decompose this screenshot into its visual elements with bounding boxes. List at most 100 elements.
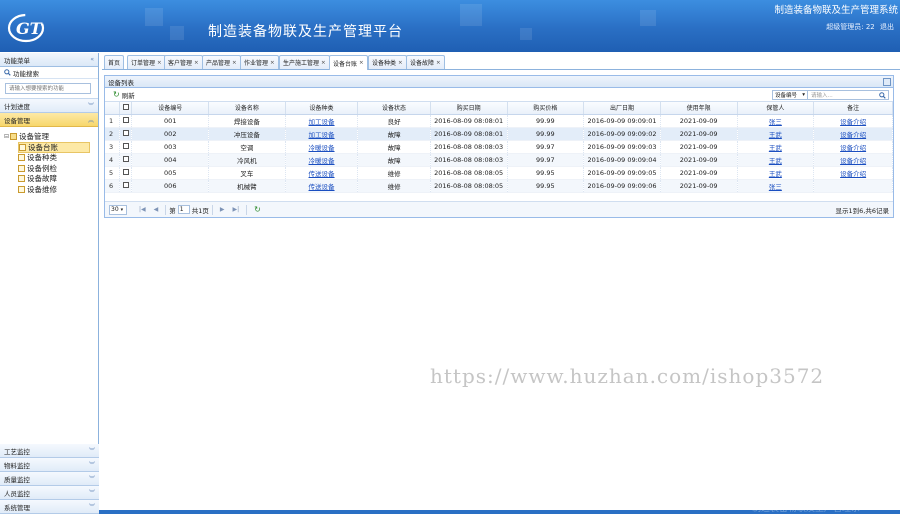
sidebar-section-process[interactable]: 工艺监控 ︾ bbox=[0, 444, 99, 458]
grid-search-input[interactable]: 请输入... bbox=[808, 90, 889, 100]
remark-link[interactable]: 设备介绍 bbox=[840, 118, 866, 126]
logout-link[interactable]: 退出 bbox=[880, 23, 894, 31]
sidebar-section-plan[interactable]: 计划进度 ︾ bbox=[0, 99, 98, 113]
table-row[interactable]: 1 001 焊接设备 加工设备 良好 2016-08-09 08:08:01 9… bbox=[105, 114, 893, 128]
sidebar-section-system[interactable]: 系统管理 ︾ bbox=[0, 500, 99, 514]
close-icon[interactable]: × bbox=[398, 60, 403, 66]
tab-label: 首页 bbox=[108, 60, 121, 67]
tree-item-fault[interactable]: 设备故障 bbox=[18, 174, 98, 185]
custodian-link[interactable]: 张三 bbox=[769, 118, 782, 126]
row-checkbox[interactable] bbox=[122, 155, 129, 162]
tree-root-equipment[interactable]: ⊟ 设备管理 bbox=[4, 131, 98, 142]
column-header[interactable]: 保管人 bbox=[737, 102, 815, 115]
remark-link[interactable]: 设备介绍 bbox=[840, 170, 866, 178]
equipment-type-link[interactable]: 加工设备 bbox=[309, 118, 335, 126]
tab-home[interactable]: 首页 bbox=[104, 55, 125, 69]
sidebar-section-quality[interactable]: 质量监控 ︾ bbox=[0, 472, 99, 486]
refresh-icon[interactable]: ↻ bbox=[254, 205, 261, 214]
tab-equipment-type[interactable]: 设备种类 × bbox=[368, 55, 407, 69]
select-all-header[interactable] bbox=[119, 102, 133, 115]
table-row[interactable]: 4 004 冷风机 冷暖设备 故障 2016-08-08 08:08:03 99… bbox=[105, 153, 893, 167]
first-page-icon[interactable]: |◀ bbox=[139, 206, 146, 213]
custodian-link[interactable]: 张三 bbox=[769, 183, 782, 191]
custodian-link[interactable]: 王武 bbox=[769, 131, 782, 139]
close-icon[interactable]: × bbox=[270, 60, 275, 66]
tree-item-ledger[interactable]: 设备台账 bbox=[18, 142, 90, 153]
search-field-select[interactable]: 设备编号 ▾ bbox=[772, 90, 808, 100]
close-icon[interactable]: × bbox=[359, 60, 364, 66]
column-header[interactable]: 设备状态 bbox=[357, 102, 431, 115]
row-checkbox-cell[interactable] bbox=[119, 166, 133, 180]
sidebar-section-material[interactable]: 物料监控 ︾ bbox=[0, 458, 99, 472]
function-search-box bbox=[0, 79, 98, 99]
column-header[interactable]: 设备名称 bbox=[208, 102, 286, 115]
row-number: 4 bbox=[105, 153, 120, 167]
tab-customers[interactable]: 客户管理 × bbox=[164, 55, 203, 69]
collapse-panel-icon[interactable] bbox=[883, 78, 891, 86]
custodian-link[interactable]: 王武 bbox=[769, 144, 782, 152]
custodian-link[interactable]: 王武 bbox=[769, 170, 782, 178]
tab-products[interactable]: 产品管理 × bbox=[202, 55, 241, 69]
collapse-sidebar-icon[interactable]: « bbox=[90, 56, 94, 63]
close-icon[interactable]: × bbox=[157, 60, 162, 66]
tree-expand-icon[interactable]: ⊟ bbox=[4, 133, 9, 140]
table-cell: 2021-09-09 bbox=[660, 166, 738, 180]
tree-item-inspection[interactable]: 设备例检 bbox=[18, 163, 98, 174]
sidebar-section-personnel[interactable]: 人员监控 ︾ bbox=[0, 486, 99, 500]
row-checkbox-cell[interactable] bbox=[119, 140, 133, 154]
tree-item-type[interactable]: 设备种类 bbox=[18, 153, 98, 164]
row-checkbox-cell[interactable] bbox=[119, 114, 133, 128]
remark-link[interactable]: 设备介绍 bbox=[840, 144, 866, 152]
close-icon[interactable]: × bbox=[436, 60, 441, 66]
remark-link[interactable]: 设备介绍 bbox=[840, 157, 866, 165]
equipment-type-link[interactable]: 冷暖设备 bbox=[309, 144, 335, 152]
column-header[interactable]: 购买价格 bbox=[507, 102, 585, 115]
row-checkbox[interactable] bbox=[122, 181, 129, 188]
next-page-icon[interactable]: ▶ bbox=[220, 206, 225, 213]
sidebar-section-equipment[interactable]: 设备管理 ︽ bbox=[0, 113, 98, 127]
table-row[interactable]: 3 003 空调 冷暖设备 故障 2016-08-08 08:08:03 99.… bbox=[105, 140, 893, 154]
equipment-type-link[interactable]: 传送设备 bbox=[309, 170, 335, 178]
row-checkbox[interactable] bbox=[122, 129, 129, 136]
function-search-label: 功能搜索 bbox=[13, 69, 39, 78]
row-checkbox[interactable] bbox=[122, 168, 129, 175]
prev-page-icon[interactable]: ◀ bbox=[154, 206, 159, 213]
tab-equipment-fault[interactable]: 设备故障 × bbox=[406, 55, 445, 69]
last-page-icon[interactable]: ▶| bbox=[233, 206, 240, 213]
column-header[interactable]: 设备种类 bbox=[285, 102, 359, 115]
close-icon[interactable]: × bbox=[232, 60, 237, 66]
row-checkbox[interactable] bbox=[122, 142, 129, 149]
select-all-checkbox[interactable] bbox=[122, 103, 129, 110]
column-header[interactable]: 备注 bbox=[813, 102, 893, 115]
page-number-input[interactable]: 1 bbox=[177, 205, 190, 214]
table-cell: 2021-09-09 bbox=[660, 179, 738, 193]
equipment-type-link[interactable]: 传送设备 bbox=[309, 183, 335, 191]
tab-jobs[interactable]: 作业管理 × bbox=[240, 55, 279, 69]
close-icon[interactable]: × bbox=[321, 60, 326, 66]
column-header[interactable]: 使用年限 bbox=[660, 102, 738, 115]
column-header[interactable]: 设备编号 bbox=[131, 102, 210, 115]
tab-orders[interactable]: 订单管理 × bbox=[127, 55, 166, 69]
table-row[interactable]: 6 006 机械臂 传送设备 维修 2016-08-08 08:08:05 99… bbox=[105, 179, 893, 193]
row-checkbox-cell[interactable] bbox=[119, 127, 133, 141]
table-row[interactable]: 5 005 叉车 传送设备 维修 2016-08-08 08:08:05 99.… bbox=[105, 166, 893, 180]
row-checkbox-cell[interactable] bbox=[119, 179, 133, 193]
close-icon[interactable]: × bbox=[194, 60, 199, 66]
remark-link[interactable]: 设备介绍 bbox=[840, 131, 866, 139]
refresh-button[interactable]: 刷新 bbox=[122, 90, 135, 100]
table-row[interactable]: 2 002 冲压设备 加工设备 故障 2016-08-09 08:08:01 9… bbox=[105, 127, 893, 141]
column-header[interactable]: 购买日期 bbox=[430, 102, 508, 115]
custodian-link[interactable]: 王武 bbox=[769, 157, 782, 165]
row-number: 5 bbox=[105, 166, 120, 180]
function-search-input[interactable] bbox=[5, 83, 91, 94]
row-checkbox[interactable] bbox=[122, 116, 129, 123]
page-size-select[interactable]: 30 ▾ bbox=[109, 204, 127, 215]
tree-item-repair[interactable]: 设备维修 bbox=[18, 184, 98, 195]
equipment-type-link[interactable]: 加工设备 bbox=[309, 131, 335, 139]
tab-production[interactable]: 生产施工管理 × bbox=[279, 55, 330, 69]
user-info: 超级管理员: 22 退出 bbox=[823, 22, 894, 32]
column-header[interactable]: 出厂日期 bbox=[583, 102, 661, 115]
tab-equipment-ledger[interactable]: 设备台账 × bbox=[329, 55, 368, 70]
row-checkbox-cell[interactable] bbox=[119, 153, 133, 167]
equipment-type-link[interactable]: 冷暖设备 bbox=[309, 157, 335, 165]
